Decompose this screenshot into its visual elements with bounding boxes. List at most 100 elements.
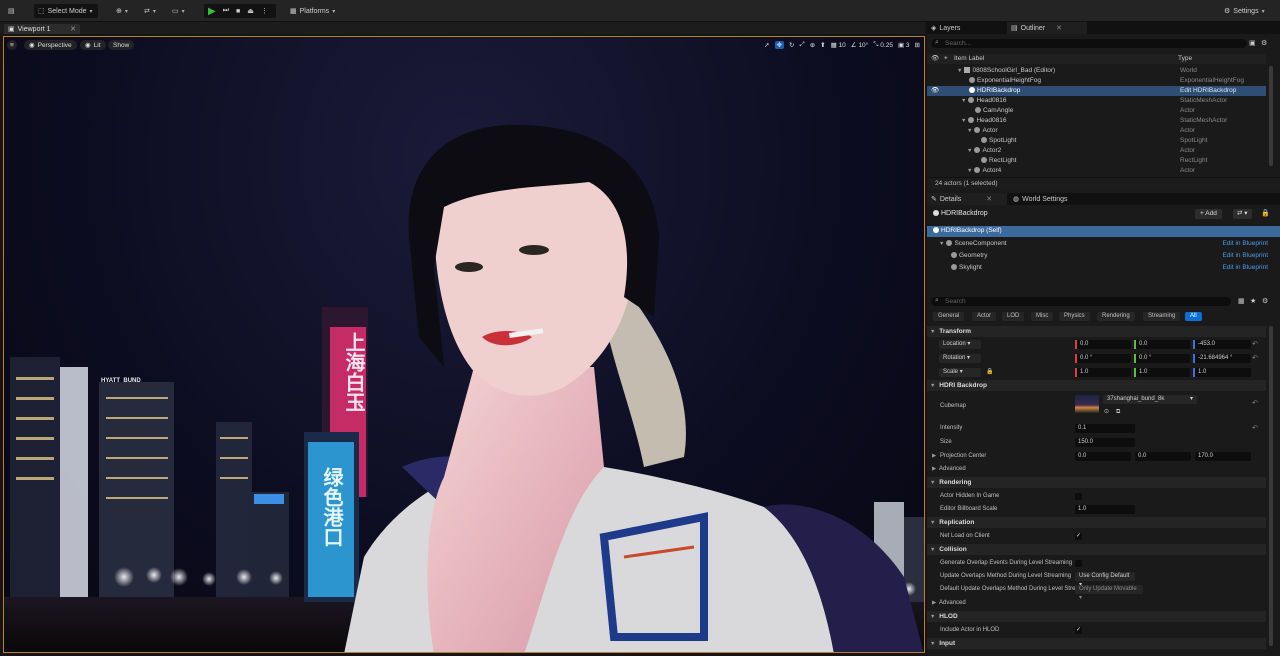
settings-dropdown[interactable]: ⚙ Settings ▾ (1220, 4, 1269, 18)
projection-z-input[interactable]: 170.0 (1195, 452, 1251, 461)
tab-layers[interactable]: ◈ Layers (927, 22, 1005, 34)
location-z-input[interactable]: -453.0 (1195, 340, 1251, 349)
step-icon[interactable]: ⏭ (223, 7, 229, 15)
translate-icon[interactable]: ✥ (774, 41, 785, 49)
filter-physics[interactable]: Physics (1059, 312, 1090, 321)
cubemap-thumbnail[interactable] (1075, 395, 1099, 413)
component-row-self[interactable]: HDRIBackdrop (Self) (927, 226, 1280, 237)
location-dropdown[interactable]: Location ▾ (939, 340, 981, 349)
outliner-search-input[interactable]: Search... (931, 38, 1247, 48)
folder-add-icon[interactable]: ▣ (1249, 39, 1256, 47)
billboard-scale-input[interactable]: 1.0 (1075, 505, 1135, 514)
outliner-row[interactable]: ▼ 0808SchoolGirl_Bad (Editor) World (927, 66, 1266, 76)
eject-icon[interactable]: ⏏ (247, 7, 254, 15)
collision-advanced-row[interactable]: ▶ Advanced (927, 597, 1266, 610)
outliner-row[interactable]: ▼ Actor4 Actor (927, 166, 1266, 176)
filter-general[interactable]: General (933, 312, 965, 321)
projection-y-input[interactable]: 0.0 (1135, 452, 1191, 461)
section-input[interactable]: ▼ Input (927, 638, 1266, 649)
eye-icon[interactable]: 👁 (931, 86, 939, 96)
section-rendering[interactable]: ▼ Rendering (927, 477, 1266, 488)
show-button[interactable]: Show (108, 40, 135, 50)
size-input[interactable]: 150.0 (1075, 438, 1135, 447)
rotation-snap-toggle[interactable]: ∠ 10° (851, 41, 868, 50)
close-icon[interactable]: ✕ (70, 25, 76, 33)
scale-icon[interactable]: ⤢ (799, 41, 804, 49)
details-scrollbar[interactable] (1269, 326, 1273, 646)
close-icon[interactable]: ✕ (1056, 24, 1062, 32)
perspective-button[interactable]: ◉ Perspective (24, 40, 77, 50)
edit-in-blueprint-link[interactable]: Edit in Blueprint (1222, 238, 1268, 250)
include-hlod-checkbox[interactable]: ✓ (1075, 627, 1082, 634)
filter-lod[interactable]: LOD (1002, 312, 1025, 321)
scale-y-input[interactable]: 1.0 (1136, 368, 1190, 377)
filter-misc[interactable]: Misc (1031, 312, 1054, 321)
row-type-link[interactable]: Edit HDRIBackdrop (1180, 86, 1236, 96)
reset-icon[interactable]: ↶ (1252, 352, 1258, 365)
rotation-dropdown[interactable]: Rotation ▾ (939, 354, 981, 363)
filter-rendering[interactable]: Rendering (1097, 312, 1135, 321)
outliner-row[interactable]: SpotLight SpotLight (927, 136, 1266, 146)
outliner-row-selected[interactable]: 👁 HDRIBackdrop Edit HDRIBackdrop (927, 86, 1266, 96)
gear-icon[interactable]: ⚙ (1262, 297, 1268, 305)
reset-icon[interactable]: ↶ (1252, 397, 1258, 410)
rotation-y-input[interactable]: 0.0 ° (1136, 354, 1190, 363)
blueprint-button[interactable]: ⇄ ▾ (140, 4, 160, 18)
viewport-menu-button[interactable]: ≡ (7, 40, 17, 50)
tab-outliner[interactable]: ▤ Outliner ✕ (1007, 22, 1087, 34)
add-content-button[interactable]: ⊕ ▾ (112, 4, 132, 18)
save-icon[interactable]: ▤ (4, 4, 19, 18)
star-icon[interactable]: ★ (1250, 297, 1256, 305)
outliner-row[interactable]: ExponentialHeightFog ExponentialHeightFo… (927, 76, 1266, 86)
filter-streaming[interactable]: Streaming (1143, 312, 1181, 321)
more-options-icon[interactable]: ⋮ (261, 7, 268, 15)
default-update-overlap-dropdown[interactable]: Only Update Movable ▾ (1075, 585, 1143, 601)
filter-actor[interactable]: Actor (972, 312, 997, 321)
table-view-icon[interactable]: ▦ (1238, 297, 1245, 305)
lock-icon[interactable]: 🔒 (1261, 209, 1270, 217)
scale-z-input[interactable]: 1.0 (1195, 368, 1251, 377)
generate-overlap-checkbox[interactable] (1075, 560, 1082, 567)
select-mode-dropdown[interactable]: ⬚ Select Mode ▾ (34, 4, 98, 18)
add-component-button[interactable]: + Add (1195, 209, 1222, 219)
actor-hidden-checkbox[interactable] (1075, 493, 1082, 500)
scale-snap-toggle[interactable]: ⤡ 0.25 (873, 41, 893, 49)
surface-snap-icon[interactable]: ⬆ (820, 41, 825, 49)
rotation-z-input[interactable]: -21.684964 ° (1195, 354, 1251, 363)
layout-icon[interactable]: ⊞ (915, 41, 920, 49)
component-row[interactable]: Skylight Edit in Blueprint (927, 262, 1280, 274)
reset-icon[interactable]: ↶ (1252, 422, 1258, 435)
outliner-row[interactable]: ▼ Head0816 StaticMeshActor (927, 116, 1266, 126)
projection-x-input[interactable]: 0.0 (1075, 452, 1131, 461)
component-row[interactable]: ▼ SceneComponent Edit in Blueprint (927, 238, 1280, 250)
reset-icon[interactable]: ↶ (1252, 338, 1258, 351)
scale-dropdown[interactable]: Scale ▾ (939, 368, 981, 377)
platforms-dropdown[interactable]: ▦ Platforms ▾ (286, 4, 339, 18)
net-load-checkbox[interactable]: ✓ (1075, 533, 1082, 540)
section-hdri-backdrop[interactable]: ▼ HDRI Backdrop (927, 380, 1266, 391)
section-collision[interactable]: ▼ Collision (927, 544, 1266, 555)
outliner-row[interactable]: RectLight RectLight (927, 156, 1266, 166)
viewport-tab[interactable]: ▣ Viewport 1 ✕ (4, 24, 80, 34)
scale-x-input[interactable]: 1.0 (1077, 368, 1131, 377)
section-replication[interactable]: ▼ Replication (927, 517, 1266, 528)
rotation-x-input[interactable]: 0.0 ° (1077, 354, 1131, 363)
outliner-row[interactable]: ▼ Actor2 Actor (927, 146, 1266, 156)
play-icon[interactable]: ▶ (208, 6, 216, 17)
section-transform[interactable]: ▼ Transform (927, 326, 1266, 337)
rotate-icon[interactable]: ↻ (789, 41, 794, 49)
location-x-input[interactable]: 0.0 (1077, 340, 1131, 349)
outliner-row[interactable]: ▼ Actor Actor (927, 126, 1266, 136)
cinematics-button[interactable]: ▭ ▾ (168, 4, 189, 18)
column-item-label[interactable]: Item Label (954, 54, 984, 64)
hdri-advanced-row[interactable]: ▶ Advanced (927, 463, 1266, 476)
details-search-input[interactable]: Search (931, 296, 1231, 306)
outliner-scrollbar[interactable] (1269, 66, 1273, 166)
browse-asset-icon[interactable]: ⊙ (1104, 406, 1109, 419)
outliner-row[interactable]: ▼ Head0816 StaticMeshActor (927, 96, 1266, 106)
tab-details[interactable]: ✎ Details ✕ (927, 193, 1007, 205)
select-cursor-icon[interactable]: ➚ (764, 41, 769, 49)
edit-in-blueprint-link[interactable]: Edit in Blueprint (1222, 250, 1268, 262)
location-y-input[interactable]: 0.0 (1136, 340, 1190, 349)
column-type[interactable]: Type (1178, 54, 1192, 64)
